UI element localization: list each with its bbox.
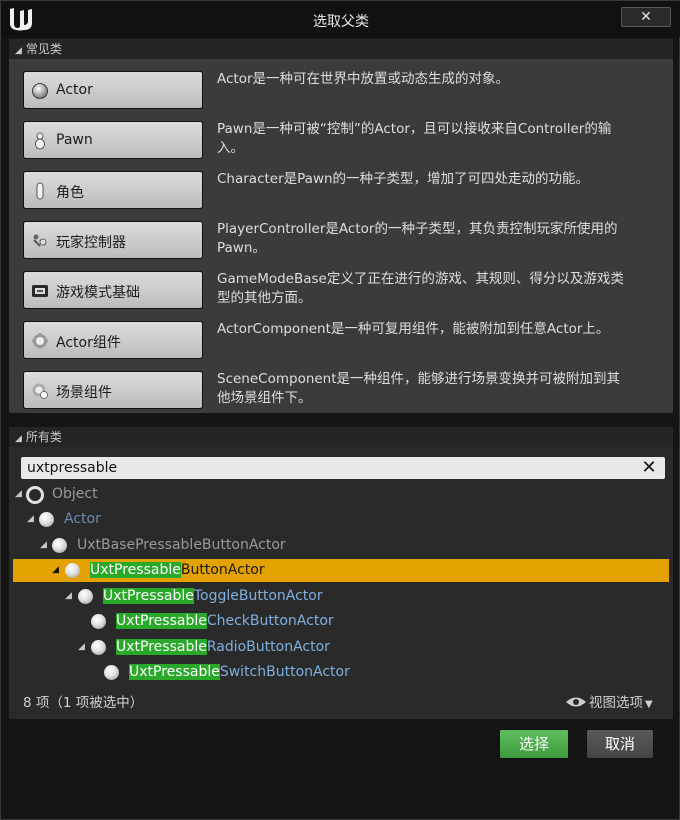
search-match-highlight: UxtPressable (103, 588, 194, 604)
common-class-row-game-mode: 游戏模式基础 GameModeBase定义了正在进行的游戏、其规则、得分以及游戏… (23, 271, 663, 315)
tree-row-object[interactable]: ◢ Object (13, 483, 669, 506)
expanded-arrow-icon[interactable]: ◢ (15, 483, 25, 506)
scene-component-class-description: SceneComponent是一种组件，能够进行场景变换并可被附加到其他场景组件… (217, 371, 621, 406)
actor-class-description: Actor是一种可在世界中放置或动态生成的对象。 (217, 71, 510, 87)
search-match-highlight: UxtPressable (116, 613, 207, 629)
character-icon (36, 182, 44, 200)
class-sphere-icon (91, 614, 106, 629)
tree-row-uxt-pressable-switch[interactable]: UxtPressableSwitchButtonActor (13, 661, 669, 684)
item-count-status: 8 项（1 项被选中） (23, 695, 144, 711)
common-classes-panel: ◢ 常见类 Actor Actor是一种可在世界中放置或动态生成的对象。 Pawn… (9, 39, 673, 413)
search-match-highlight: UxtPressable (90, 562, 181, 578)
pawn-class-label: Pawn (56, 132, 93, 148)
common-class-row-actor: Actor Actor是一种可在世界中放置或动态生成的对象。 (23, 71, 663, 115)
clear-search-icon[interactable]: ✕ (639, 458, 659, 478)
eye-icon (566, 697, 586, 707)
view-options-dropdown[interactable]: 视图选项 ▼ (565, 691, 653, 711)
game-mode-class-button[interactable]: 游戏模式基础 (23, 271, 203, 309)
tree-label-uxt-pressable-button-actor: UxtPressableButtonActor (90, 559, 265, 582)
tree-row-uxt-pressable-check[interactable]: UxtPressableCheckButtonActor (13, 610, 669, 633)
actor-component-class-label: Actor组件 (56, 335, 121, 351)
tree-label-uxt-pressable-radio: UxtPressableRadioButtonActor (116, 636, 330, 659)
class-sphere-icon (65, 563, 80, 578)
window-title: 选取父类 (313, 14, 369, 30)
actor-component-icon (32, 333, 48, 349)
tree-row-uxt-pressable-toggle[interactable]: ◢ UxtPressableToggleButtonActor (13, 585, 669, 608)
tree-row-uxt-pressable-radio[interactable]: ◢ UxtPressableRadioButtonActor (13, 636, 669, 659)
pawn-icon (35, 132, 45, 150)
tree-label-uxt-pressable-switch: UxtPressableSwitchButtonActor (129, 661, 350, 684)
all-classes-panel: ◢ 所有类 uxtpressable ✕ ◢ Object ◢ Actor ◢ U… (9, 427, 673, 719)
chevron-down-icon: ▼ (645, 699, 653, 710)
pawn-class-description: Pawn是一种可被“控制”的Actor，且可以接收来自Controller的输入… (217, 121, 612, 156)
close-button[interactable]: ✕ (621, 7, 671, 27)
pawn-class-button[interactable]: Pawn (23, 121, 203, 159)
tree-row-uxt-base-pressable[interactable]: ◢ UxtBasePressableButtonActor (13, 534, 669, 557)
expanded-arrow-icon[interactable]: ◢ (27, 508, 37, 531)
tree-label-uxt-base-pressable: UxtBasePressableButtonActor (77, 537, 286, 553)
expanded-arrow-icon[interactable]: ◢ (78, 636, 88, 659)
player-controller-class-description: PlayerController是Actor的一种子类型，其负责控制玩家所使用的… (217, 221, 618, 256)
actor-class-label: Actor (56, 82, 93, 98)
actor-component-class-button[interactable]: Actor组件 (23, 321, 203, 359)
tree-label-rest: ToggleButtonActor (193, 588, 323, 604)
common-class-row-actor-component: Actor组件 ActorComponent是一种可复用组件，能被附加到任意Ac… (23, 321, 663, 365)
common-class-row-player-controller: 玩家控制器 PlayerController是Actor的一种子类型，其负责控制… (23, 221, 663, 265)
title-bar: 选取父类 ✕ (1, 1, 680, 37)
tree-label-rest: CheckButtonActor (206, 613, 334, 629)
common-class-row-character: 角色 Character是Pawn的一种子类型，增加了可四处走动的功能。 (23, 171, 663, 215)
actor-component-class-description: ActorComponent是一种可复用组件，能被附加到任意Actor上。 (217, 321, 610, 337)
class-sphere-icon (104, 665, 119, 680)
class-search-input[interactable]: uxtpressable ✕ (21, 457, 665, 479)
tree-label-object: Object (52, 486, 98, 502)
search-text: uxtpressable (27, 460, 118, 476)
collapse-triangle-icon[interactable]: ◢ (15, 429, 22, 449)
player-controller-class-button[interactable]: 玩家控制器 (23, 221, 203, 259)
common-class-row-scene-component: 场景组件 SceneComponent是一种组件，能够进行场景变换并可被附加到其… (23, 371, 663, 415)
view-options-label: 视图选项 (589, 695, 643, 711)
character-class-label: 角色 (56, 185, 84, 201)
common-classes-header[interactable]: ◢ 常见类 (9, 39, 673, 59)
select-button[interactable]: 选择 (499, 729, 569, 759)
game-mode-icon (32, 285, 48, 297)
character-class-button[interactable]: 角色 (23, 171, 203, 209)
scene-component-class-button[interactable]: 场景组件 (23, 371, 203, 409)
game-mode-class-description: GameModeBase定义了正在进行的游戏、其规则、得分以及游戏类型的其他方面… (217, 271, 624, 306)
tree-label-rest: ButtonActor (180, 562, 265, 578)
game-mode-class-label: 游戏模式基础 (56, 285, 140, 301)
all-classes-header[interactable]: ◢ 所有类 (9, 427, 673, 447)
tree-label-actor: Actor (64, 511, 101, 527)
tree-label-rest: RadioButtonActor (206, 639, 330, 655)
object-class-icon (26, 486, 44, 504)
scene-component-icon (32, 383, 48, 399)
expanded-arrow-icon[interactable]: ◢ (52, 559, 62, 582)
common-class-row-pawn: Pawn Pawn是一种可被“控制”的Actor，且可以接收来自Controll… (23, 121, 663, 165)
all-classes-title: 所有类 (25, 430, 62, 444)
player-controller-class-label: 玩家控制器 (56, 235, 126, 251)
class-sphere-icon (78, 589, 93, 604)
cancel-button[interactable]: 取消 (586, 729, 654, 759)
tree-label-uxt-pressable-check: UxtPressableCheckButtonActor (116, 610, 334, 633)
class-sphere-icon (52, 538, 67, 553)
expanded-arrow-icon[interactable]: ◢ (65, 585, 75, 608)
class-sphere-icon (91, 640, 106, 655)
scene-component-class-label: 场景组件 (56, 385, 112, 401)
character-class-description: Character是Pawn的一种子类型，增加了可四处走动的功能。 (217, 171, 590, 187)
actor-sphere-icon (32, 83, 48, 99)
tree-row-uxt-pressable-button-actor[interactable]: ◢ UxtPressableButtonActor (13, 559, 669, 582)
search-match-highlight: UxtPressable (129, 664, 220, 680)
collapse-triangle-icon[interactable]: ◢ (15, 41, 22, 61)
common-classes-title: 常见类 (25, 42, 62, 56)
tree-label-rest: SwitchButtonActor (219, 664, 350, 680)
search-match-highlight: UxtPressable (116, 639, 207, 655)
actor-class-button[interactable]: Actor (23, 71, 203, 109)
expanded-arrow-icon[interactable]: ◢ (40, 534, 50, 557)
pick-parent-class-dialog: 选取父类 ✕ ◢ 常见类 Actor Actor是一种可在世界中放置或动态生成的对… (0, 0, 680, 820)
player-controller-icon (33, 234, 47, 247)
tree-label-uxt-pressable-toggle: UxtPressableToggleButtonActor (103, 585, 323, 608)
tree-row-actor[interactable]: ◢ Actor (13, 508, 669, 531)
actor-class-icon (39, 512, 54, 527)
